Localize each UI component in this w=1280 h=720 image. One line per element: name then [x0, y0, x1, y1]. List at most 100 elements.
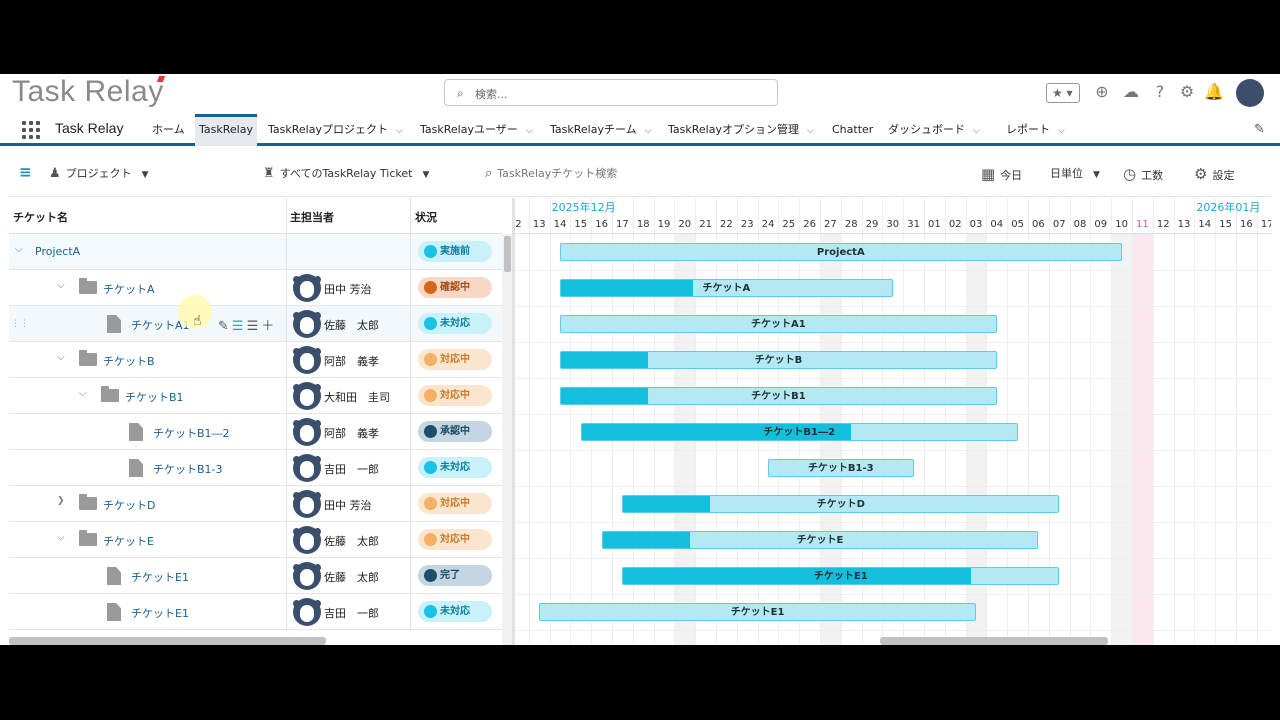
chevron-down-icon[interactable]: ⌵: [807, 126, 814, 136]
table-row[interactable]: ⌵ チケットE 佐藤 太郎 対応中: [9, 522, 502, 558]
nav-tab-0[interactable]: ホーム: [148, 114, 189, 146]
ticket-name-link[interactable]: チケットB: [103, 353, 155, 369]
settings-button[interactable]: ⚙ 設定: [1194, 165, 1234, 183]
bell-icon[interactable]: 🔔: [1204, 82, 1224, 102]
column-divider[interactable]: [286, 198, 287, 234]
chevron-down-icon[interactable]: ⌵: [526, 126, 533, 136]
table-row[interactable]: ⌵ チケットA 田中 芳治 確認中: [9, 270, 502, 306]
status-badge[interactable]: 実施前: [418, 241, 492, 262]
ticket-name-link[interactable]: チケットE1: [131, 569, 189, 585]
gantt-bar[interactable]: チケットB1―2: [580, 423, 1018, 441]
chevron-down-icon[interactable]: ⌵: [57, 280, 65, 291]
table-row[interactable]: ⌵ チケットB 阿部 義孝 対応中: [9, 342, 502, 378]
time-unit-dropdown[interactable]: 日単位 ▼: [1050, 165, 1100, 181]
ticket-name-link[interactable]: チケットD: [103, 497, 155, 513]
table-row[interactable]: ⌵ ProjectA 実施前: [9, 234, 502, 270]
ticket-name-link[interactable]: チケットB1: [125, 389, 184, 405]
project-dropdown[interactable]: ♟ プロジェクト ▼: [49, 165, 149, 181]
gantt-bar[interactable]: チケットB: [560, 351, 997, 369]
nav-tab-2[interactable]: TaskRelayプロジェクト ⌵: [264, 114, 407, 146]
user-avatar[interactable]: [1236, 79, 1264, 107]
chevron-down-icon[interactable]: ⌵: [973, 126, 980, 136]
status-badge[interactable]: 対応中: [418, 349, 492, 370]
outdent-icon[interactable]: ☰: [247, 319, 259, 334]
table-row[interactable]: チケットE1 佐藤 太郎 完了: [9, 558, 502, 594]
edit-icon[interactable]: ✎: [218, 319, 229, 334]
help-icon[interactable]: ?: [1150, 82, 1170, 102]
table-row[interactable]: チケットA1 ⋮⋮ ✎ ☰ ☰ ＋佐藤 太郎 未対応: [9, 306, 502, 342]
ticket-name-link[interactable]: ProjectA: [35, 245, 80, 258]
gantt-horizontal-scrollbar[interactable]: [880, 637, 1108, 645]
grid-horizontal-scrollbar[interactable]: [9, 637, 326, 645]
table-row[interactable]: チケットB1-3 吉田 一郎 未対応: [9, 450, 502, 486]
status-badge[interactable]: 承認中: [418, 421, 492, 442]
status-badge[interactable]: 未対応: [418, 313, 492, 334]
nav-tab-5[interactable]: TaskRelayオプション管理 ⌵: [664, 114, 818, 146]
cell-divider: [410, 306, 411, 342]
add-icon[interactable]: ⊕: [1092, 82, 1112, 102]
nav-tab-4[interactable]: TaskRelayチーム ⌵: [546, 114, 655, 146]
status-badge[interactable]: 完了: [418, 565, 492, 586]
indent-icon[interactable]: ☰: [232, 319, 244, 334]
chevron-down-icon[interactable]: ⌵: [645, 126, 652, 136]
grid-vertical-scrollbar[interactable]: [502, 234, 512, 645]
gantt-bar[interactable]: チケットE: [601, 531, 1039, 549]
nav-tab-1[interactable]: TaskRelay: [195, 114, 257, 146]
table-row[interactable]: チケットB1―2 阿部 義孝 承認中: [9, 414, 502, 450]
status-badge[interactable]: 未対応: [418, 601, 492, 622]
today-button[interactable]: ▦ 今日: [981, 165, 1022, 183]
chevron-down-icon[interactable]: ⌵: [57, 352, 65, 363]
table-row[interactable]: ⌵ チケットB1 大和田 圭司 対応中: [9, 378, 502, 414]
ticket-name-link[interactable]: チケットE1: [131, 605, 189, 621]
chevron-down-icon[interactable]: ⌵: [57, 532, 65, 543]
chevron-down-icon[interactable]: ⌵: [1058, 126, 1065, 136]
ticket-name-link[interactable]: チケットB1-3: [153, 461, 223, 477]
table-row[interactable]: チケットE1 吉田 一郎 未対応: [9, 594, 502, 630]
gantt-bar[interactable]: チケットE1: [622, 567, 1060, 585]
chevron-down-icon[interactable]: ⌵: [79, 388, 87, 399]
column-assignee[interactable]: 主担当者: [290, 209, 334, 225]
status-badge[interactable]: 確認中: [418, 277, 492, 298]
gantt-bar[interactable]: ProjectA: [560, 243, 1122, 261]
app-launcher-icon[interactable]: [22, 121, 40, 139]
chevron-down-icon[interactable]: ⌵: [396, 126, 403, 136]
gantt-bar[interactable]: チケットA: [560, 279, 893, 297]
effort-button[interactable]: ◷ 工数: [1123, 165, 1163, 183]
drag-handle-icon[interactable]: ⋮⋮: [11, 319, 29, 329]
gantt-bar[interactable]: チケットA1: [560, 315, 997, 333]
gantt-bar[interactable]: チケットD: [622, 495, 1060, 513]
status-badge[interactable]: 対応中: [418, 529, 492, 550]
nav-tab-8[interactable]: レポート ⌵: [1002, 114, 1069, 146]
nav-tab-6[interactable]: Chatter: [828, 114, 877, 146]
column-ticket-name[interactable]: チケット名: [13, 209, 68, 225]
favorites-star-icon[interactable]: ★ ▾: [1046, 83, 1080, 103]
status-badge[interactable]: 対応中: [418, 493, 492, 514]
gear-icon[interactable]: ⚙: [1177, 82, 1197, 102]
status-badge[interactable]: 対応中: [418, 385, 492, 406]
add-child-icon[interactable]: ＋: [261, 319, 274, 334]
ticket-name-link[interactable]: チケットA: [103, 281, 155, 297]
edit-nav-icon[interactable]: ✎: [1254, 122, 1265, 137]
ticket-search-input[interactable]: ⌕ TaskRelayチケット検索: [485, 165, 617, 181]
filter-dropdown[interactable]: ♜ すべてのTaskRelay Ticket ▼: [263, 165, 429, 181]
chevron-down-icon[interactable]: ⌵: [15, 244, 23, 255]
ticket-name-link[interactable]: チケットB1―2: [153, 425, 230, 441]
scroll-thumb[interactable]: [504, 236, 511, 272]
chevron-right-icon[interactable]: ❯: [57, 496, 65, 506]
cloud-icon[interactable]: ☁: [1121, 82, 1141, 102]
nav-tab-7[interactable]: ダッシュボード ⌵: [884, 114, 984, 146]
gantt-bar[interactable]: チケットE1: [539, 603, 976, 621]
table-row[interactable]: ❯ チケットD 田中 芳治 対応中: [9, 486, 502, 522]
ticket-name-link[interactable]: チケットE: [103, 533, 154, 549]
gantt-bar[interactable]: チケットB1: [560, 387, 997, 405]
gantt-logo-icon[interactable]: ≡: [19, 163, 32, 181]
gantt-bar-label: チケットE1: [730, 607, 785, 618]
nav-tab-3[interactable]: TaskRelayユーザー ⌵: [416, 114, 537, 146]
cell-divider: [410, 486, 411, 522]
column-status[interactable]: 状況: [415, 209, 437, 225]
global-search-input[interactable]: ⌕ 検索...: [444, 79, 778, 106]
column-divider[interactable]: [410, 198, 411, 234]
status-badge[interactable]: 未対応: [418, 457, 492, 478]
gantt-bar[interactable]: チケットB1-3: [768, 459, 914, 477]
nav-tab-label: TaskRelayチーム: [550, 123, 637, 136]
